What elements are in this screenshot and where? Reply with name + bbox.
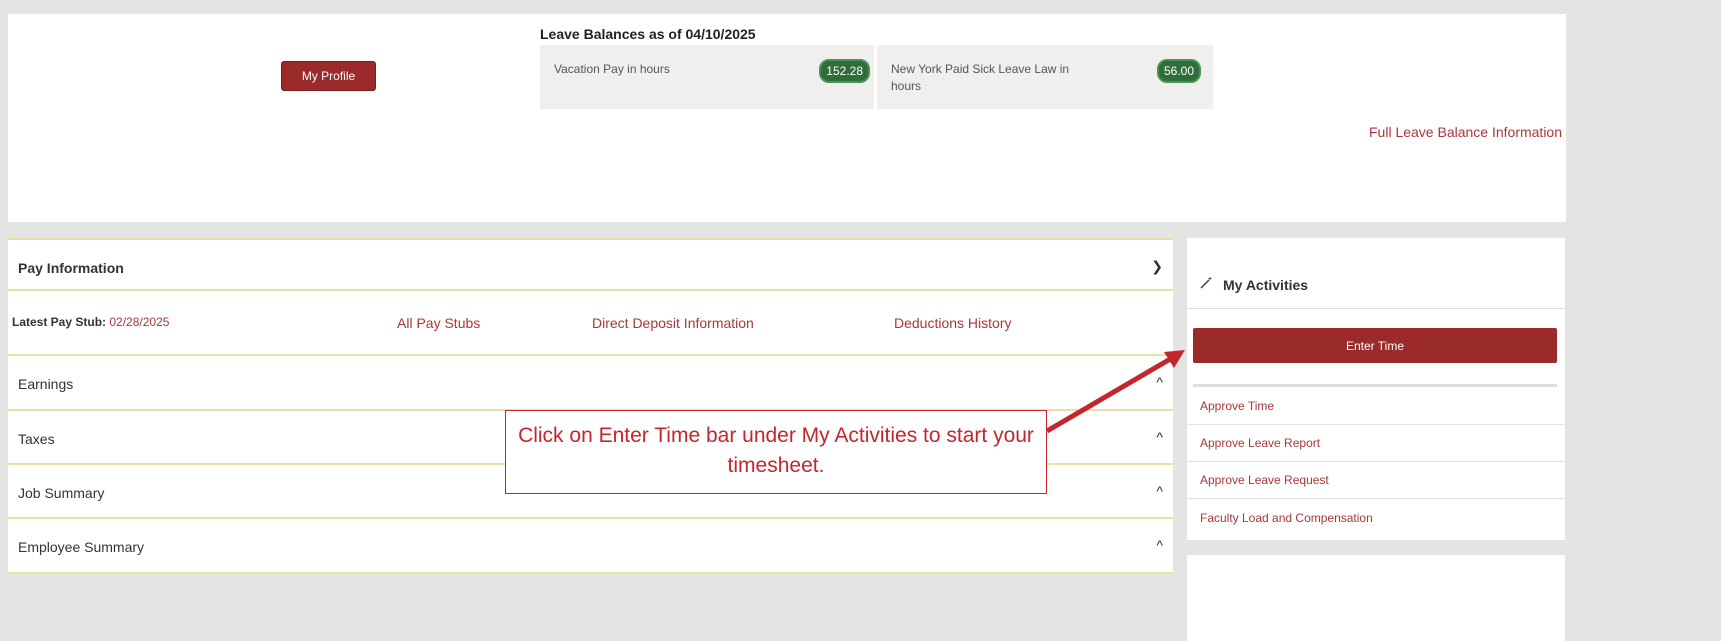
section-title: Employee Summary (18, 539, 145, 555)
employee-summary-section[interactable]: Employee Summary ^ (8, 519, 1173, 574)
leave-label: Vacation Pay in hours (554, 62, 670, 76)
my-activities-panel: My Activities Enter Time Approve Time Ap… (1187, 238, 1565, 540)
faculty-load-link[interactable]: Faculty Load and Compensation (1187, 499, 1565, 536)
divider (1187, 308, 1565, 309)
latest-pay-stub: Latest Pay Stub: 02/28/2025 (12, 315, 169, 329)
chevron-up-icon[interactable]: ^ (1156, 374, 1163, 390)
chevron-up-icon[interactable]: ^ (1156, 429, 1163, 445)
all-pay-stubs-link[interactable]: All Pay Stubs (397, 315, 480, 331)
section-title: Taxes (18, 431, 55, 447)
my-activities-title: My Activities (1223, 276, 1309, 293)
chevron-down-icon[interactable]: ❯ (1151, 258, 1163, 275)
section-title: Pay Information (18, 260, 124, 276)
approve-leave-request-link[interactable]: Approve Leave Request (1187, 462, 1565, 499)
chevron-up-icon[interactable]: ^ (1156, 483, 1163, 499)
leave-balance-panel: My Profile Leave Balances as of 04/10/20… (8, 14, 1566, 222)
leave-balance-badge: 152.28 (819, 59, 870, 83)
section-title: Earnings (18, 376, 74, 392)
pay-information-header[interactable]: Pay Information ❯ (8, 238, 1173, 291)
chevron-up-icon[interactable]: ^ (1156, 537, 1163, 553)
leave-card-vacation: Vacation Pay in hours 152.28 (540, 45, 874, 109)
earnings-section[interactable]: Earnings ^ (8, 356, 1173, 411)
section-title: Job Summary (18, 485, 105, 501)
instruction-callout: Click on Enter Time bar under My Activit… (505, 410, 1047, 494)
empty-panel (1187, 555, 1565, 641)
leave-label: New York Paid Sick Leave Law in hours (891, 62, 1070, 93)
magic-wand-icon (1199, 276, 1213, 293)
my-profile-button[interactable]: My Profile (281, 61, 376, 91)
pay-stub-row: Latest Pay Stub: 02/28/2025 All Pay Stub… (8, 291, 1173, 356)
leave-card-sick: New York Paid Sick Leave Law in hours 56… (877, 45, 1213, 109)
leave-balance-badge: 56.00 (1156, 59, 1201, 83)
my-activities-header: My Activities (1199, 276, 1308, 293)
approve-leave-report-link[interactable]: Approve Leave Report (1187, 425, 1565, 462)
enter-time-button[interactable]: Enter Time (1193, 328, 1557, 363)
full-leave-balance-link[interactable]: Full Leave Balance Information (1369, 124, 1562, 140)
pay-information-panel: Pay Information ❯ Latest Pay Stub: 02/28… (8, 238, 1173, 574)
leave-balances-title: Leave Balances as of 04/10/2025 (540, 26, 756, 42)
latest-pay-stub-date[interactable]: 02/28/2025 (109, 315, 169, 329)
direct-deposit-link[interactable]: Direct Deposit Information (592, 315, 754, 331)
approve-time-link[interactable]: Approve Time (1187, 388, 1565, 425)
divider (1193, 384, 1557, 387)
deductions-history-link[interactable]: Deductions History (894, 315, 1012, 331)
latest-pay-stub-label: Latest Pay Stub: (12, 315, 107, 329)
